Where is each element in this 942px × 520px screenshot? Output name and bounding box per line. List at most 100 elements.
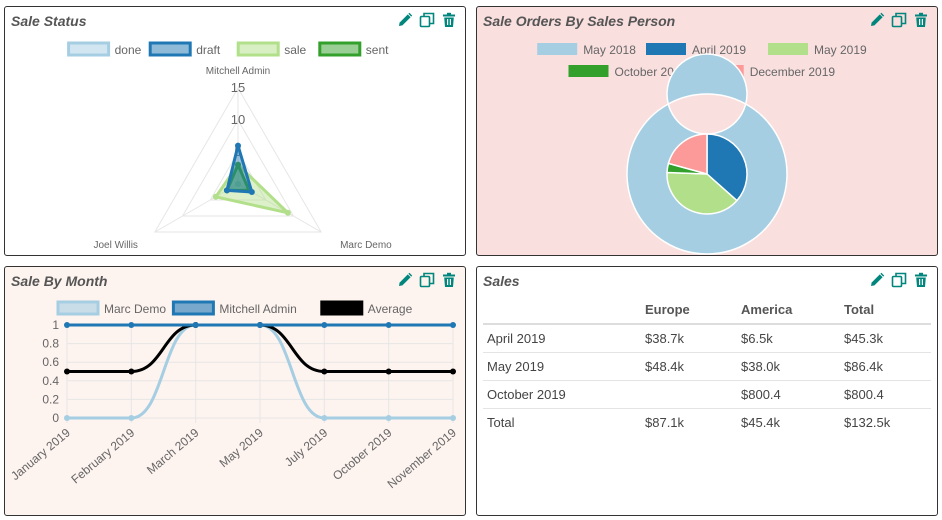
- line-point: [128, 368, 135, 375]
- pencil-icon[interactable]: [869, 12, 885, 28]
- table-cell: [641, 380, 737, 409]
- copy-icon[interactable]: [891, 12, 907, 28]
- table-row[interactable]: October 2019 $800.4 $800.4: [483, 380, 931, 409]
- column-header: Total: [840, 295, 931, 325]
- column-header: [483, 295, 641, 325]
- copy-icon[interactable]: [891, 272, 907, 288]
- table-cell: $38.0k: [737, 352, 840, 381]
- copy-icon[interactable]: [419, 272, 435, 288]
- legend-item-label: Marc Demo: [104, 302, 166, 316]
- sales-person-pie-chart: May 2018 April 2019 May 2019October 2019 De…: [537, 43, 867, 255]
- legend-item-label: December 2019: [750, 65, 836, 79]
- table-cell: $87.1k: [641, 408, 737, 436]
- legend-item-label: Average: [368, 302, 413, 316]
- y-tick-label: 0.6: [42, 355, 59, 369]
- legend-item-done-label: done: [115, 43, 142, 57]
- radar-point-sale: [284, 209, 291, 216]
- column-header: Europe: [641, 295, 737, 325]
- sale-status-radar-chart: donedraftsalesent51015Mitchell AdminMarc…: [67, 41, 392, 251]
- line-point: [321, 415, 328, 421]
- legend-item-swatch: [320, 300, 364, 316]
- radar-tick-label: 10: [231, 112, 245, 127]
- x-tick-label: May 2019: [217, 425, 267, 470]
- sales-table: Europe America Total April 2019 $38.7k $…: [483, 295, 931, 436]
- y-tick-label: 0.2: [42, 392, 59, 406]
- table-cell: $86.4k: [840, 352, 931, 381]
- line-point: [385, 368, 392, 375]
- y-tick-label: 1: [52, 318, 59, 332]
- radar-axis-label: Joel Willis: [93, 240, 137, 251]
- column-header: America: [737, 295, 840, 325]
- legend-item-sale-label: sale: [284, 43, 306, 57]
- table-row[interactable]: May 2019 $48.4k $38.0k $86.4k: [483, 352, 931, 381]
- table-cell: $45.3k: [840, 323, 931, 353]
- line-point: [385, 415, 392, 421]
- table-header-row: Europe America Total: [483, 295, 931, 325]
- legend-item-label: May 2019: [814, 43, 867, 57]
- sale-month-card: Sale By Month Marc Demo Mitchell Admin Ave…: [4, 266, 466, 516]
- card-title: Sale Status: [11, 13, 87, 29]
- sale-status-card: Sale Status donedraftsalesent51015Mitche…: [4, 6, 466, 256]
- legend-item-swatch: [646, 43, 686, 55]
- table-cell: $800.4: [737, 380, 840, 409]
- table-cell: $132.5k: [840, 408, 931, 436]
- copy-icon[interactable]: [419, 12, 435, 28]
- table-cell: $48.4k: [641, 352, 737, 381]
- line-point: [64, 368, 70, 375]
- table-cell: April 2019: [483, 323, 641, 353]
- legend-item-draft-label: draft: [196, 43, 221, 57]
- line-point: [321, 322, 328, 328]
- legend-item-label: May 2018: [583, 43, 636, 57]
- sale-month-line-chart: Marc Demo Mitchell Admin Average 0 0.2 0.4 0.6…: [8, 300, 460, 491]
- pencil-icon[interactable]: [397, 12, 413, 28]
- legend-item-swatch: [537, 43, 578, 55]
- x-tick-label: October 2019: [330, 425, 395, 483]
- line-point: [64, 322, 70, 328]
- trash-icon[interactable]: [913, 12, 929, 28]
- legend-item-label: Mitchell Admin: [219, 302, 296, 316]
- table-cell: May 2019: [483, 352, 641, 381]
- card-toolbar: [397, 12, 457, 28]
- line-point: [385, 322, 392, 328]
- legend-item-sent-label: sent: [366, 43, 389, 57]
- line-point: [128, 415, 135, 421]
- legend-item-swatch: [171, 300, 215, 316]
- x-tick-label: January 2019: [8, 425, 73, 483]
- line-point: [450, 322, 456, 328]
- trash-icon[interactable]: [441, 12, 457, 28]
- sales-card: Sales Europe America Total April 2019 $3…: [476, 266, 938, 516]
- radar-tick-label: 15: [231, 80, 245, 95]
- radar-point-draft: [235, 142, 241, 149]
- radar-axis-label: Mitchell Admin: [206, 66, 270, 77]
- legend-item-sale-swatch: [236, 41, 280, 57]
- trash-icon[interactable]: [913, 272, 929, 288]
- pencil-icon[interactable]: [397, 272, 413, 288]
- table-row[interactable]: April 2019 $38.7k $6.5k $45.3k: [483, 323, 931, 353]
- line-point: [128, 322, 135, 328]
- table-total-row[interactable]: Total $87.1k $45.4k $132.5k: [483, 408, 931, 436]
- card-title: Sales: [483, 273, 520, 289]
- legend-item-sent-swatch: [318, 41, 362, 57]
- card-toolbar: [869, 12, 929, 28]
- legend-item-swatch: [56, 300, 100, 316]
- y-tick-label: 0.8: [42, 337, 59, 351]
- radar-point-sale: [212, 193, 219, 200]
- legend-item-done-swatch: [67, 41, 111, 57]
- card-toolbar: [869, 272, 929, 288]
- line-point: [257, 322, 263, 328]
- trash-icon[interactable]: [441, 272, 457, 288]
- line-point: [450, 368, 456, 375]
- pencil-icon[interactable]: [869, 272, 885, 288]
- legend-item-draft-swatch: [148, 41, 192, 57]
- radar-axis-label: Marc Demo: [340, 240, 392, 251]
- card-toolbar: [397, 272, 457, 288]
- x-tick-label: November 2019: [385, 425, 460, 491]
- table-cell: $6.5k: [737, 323, 840, 353]
- legend-item-swatch: [568, 65, 609, 77]
- card-title: Sale By Month: [11, 273, 108, 289]
- radar-point-draft: [223, 187, 230, 194]
- line-point: [64, 415, 70, 421]
- y-tick-label: 0: [52, 411, 59, 425]
- table-cell: $45.4k: [737, 408, 840, 436]
- x-tick-label: March 2019: [144, 425, 202, 477]
